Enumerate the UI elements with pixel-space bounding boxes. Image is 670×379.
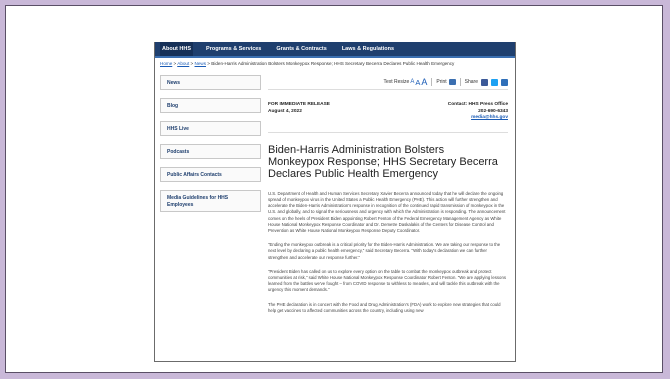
release-contact: Contact: HHS Press Office 202-690-6343 m… <box>448 102 508 122</box>
release-info: FOR IMMEDIATE RELEASE August 4, 2022 Con… <box>268 102 508 122</box>
sidebar: News Blog HHS Live Podcasts Public Affai… <box>160 75 261 220</box>
article-paragraph: U.S. Department of Health and Human Serv… <box>268 190 506 233</box>
hhs-page: About HHS Programs & Services Grants & C… <box>154 42 516 362</box>
breadcrumb-news[interactable]: News <box>195 61 207 66</box>
browser-frame: About HHS Programs & Services Grants & C… <box>5 5 663 373</box>
breadcrumb-current: Biden-Harris Administration Bolsters Mon… <box>211 61 455 66</box>
email-icon[interactable] <box>501 78 508 86</box>
twitter-icon[interactable] <box>491 78 498 86</box>
release-date: August 4, 2022 <box>268 108 302 114</box>
sidebar-item-public-affairs-contacts[interactable]: Public Affairs Contacts <box>160 167 261 182</box>
nav-laws-regulations[interactable]: Laws & Regulations <box>340 42 396 56</box>
nav-about-hhs[interactable]: About HHS <box>160 42 194 56</box>
facebook-icon[interactable] <box>481 78 488 86</box>
breadcrumb: Home > About > News > Biden-Harris Admin… <box>155 58 515 66</box>
text-resize-label: Text Resize <box>383 79 410 85</box>
share-label: Share <box>464 79 478 85</box>
divider <box>431 78 433 86</box>
divider <box>459 78 461 86</box>
divider <box>268 131 508 133</box>
sidebar-item-hhs-live[interactable]: HHS Live <box>160 121 261 136</box>
article-paragraph: "Ending the monkeypox outbreak is a crit… <box>268 242 501 260</box>
sidebar-item-news[interactable]: News <box>160 75 261 90</box>
contact-label: Contact: HHS Press Office <box>447 102 508 107</box>
article-title: Biden-Harris Administration Bolsters Mon… <box>268 143 498 181</box>
print-label[interactable]: Print <box>436 79 446 85</box>
release-label: FOR IMMEDIATE RELEASE <box>268 102 331 107</box>
page-tools: Text Resize A A A Print Share <box>268 75 508 90</box>
sidebar-item-media-guidelines[interactable]: Media Guidelines for HHS Employees <box>160 190 261 212</box>
text-resize-small[interactable]: A <box>410 79 414 85</box>
breadcrumb-about[interactable]: About <box>177 61 189 66</box>
sidebar-item-blog[interactable]: Blog <box>160 98 261 113</box>
article-paragraph: "President Biden has called on us to exp… <box>268 268 506 293</box>
main-content: Text Resize A A A Print Share FOR IMMEDI… <box>268 75 508 314</box>
breadcrumb-home[interactable]: Home <box>160 61 172 66</box>
article-paragraph: The PHE declaration is in concert with t… <box>268 301 501 313</box>
top-navigation: About HHS Programs & Services Grants & C… <box>155 42 515 56</box>
text-resize-medium[interactable]: A <box>415 78 420 87</box>
nav-programs-services[interactable]: Programs & Services <box>204 42 263 56</box>
printer-icon[interactable] <box>448 79 456 85</box>
text-resize-large[interactable]: A <box>421 77 427 87</box>
contact-email-link[interactable]: media@hhs.gov <box>448 115 508 122</box>
nav-grants-contracts[interactable]: Grants & Contracts <box>274 42 328 56</box>
release-left: FOR IMMEDIATE RELEASE August 4, 2022 <box>268 102 330 122</box>
sidebar-item-podcasts[interactable]: Podcasts <box>160 144 261 159</box>
